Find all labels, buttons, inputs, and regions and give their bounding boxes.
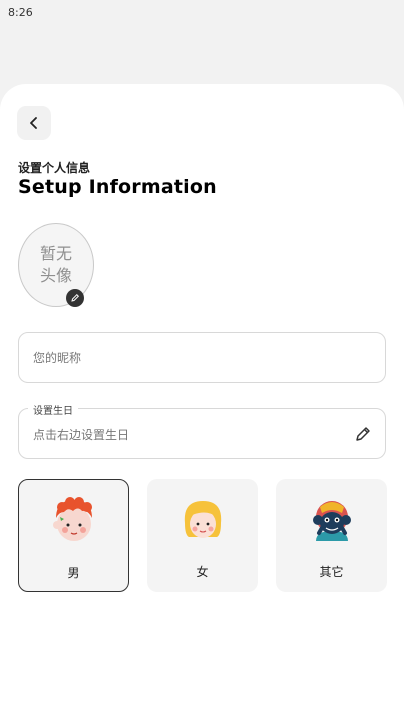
male-avatar-icon: [52, 497, 92, 541]
gender-label-male: 男: [67, 566, 80, 580]
status-bar: 8:26: [0, 0, 404, 26]
gender-option-other[interactable]: 其它: [276, 479, 387, 592]
birthday-placeholder: 点击右边设置生日: [33, 428, 130, 442]
back-button[interactable]: [17, 106, 51, 140]
nickname-input[interactable]: [19, 333, 385, 382]
avatar-edit-button[interactable]: [66, 289, 84, 307]
female-avatar-icon: [184, 501, 221, 538]
page-title: Setup Information: [18, 176, 217, 198]
nickname-field[interactable]: [18, 332, 386, 383]
gender-option-male[interactable]: 男: [18, 479, 129, 592]
pencil-icon: [71, 293, 80, 302]
status-time: 8:26: [8, 6, 33, 19]
gender-label-female: 女: [196, 565, 209, 579]
page-subtitle: 设置个人信息: [18, 161, 91, 175]
pencil-icon: [356, 427, 370, 441]
birthday-edit-button[interactable]: [353, 424, 373, 444]
other-avatar-icon: [312, 501, 351, 541]
gender-option-female[interactable]: 女: [147, 479, 258, 592]
chevron-left-icon: [30, 117, 37, 129]
avatar-placeholder-text: 暂无 头像: [39, 244, 72, 285]
gender-label-other: 其它: [319, 565, 344, 579]
birthday-label: 设置生日: [28, 402, 78, 417]
setup-sheet: 设置个人信息 Setup Information 暂无 头像 点击右边设置生日 …: [0, 84, 404, 720]
